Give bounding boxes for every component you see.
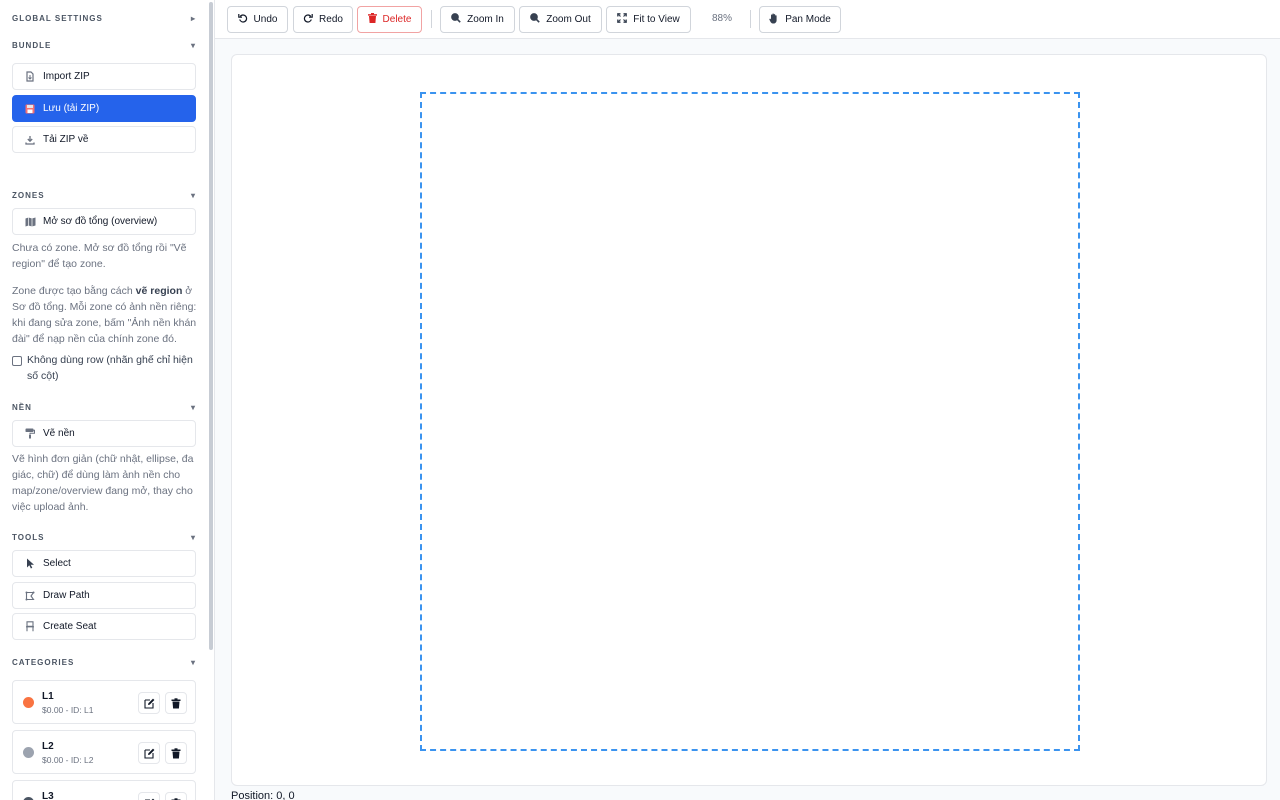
category-name: L2 xyxy=(42,741,54,752)
section-zones[interactable]: ZONES ▾ xyxy=(12,188,196,202)
button-label: Select xyxy=(43,558,71,569)
edit-icon xyxy=(143,698,154,709)
button-label: Zoom In xyxy=(467,14,504,25)
section-global-settings[interactable]: GLOBAL SETTINGS ▸ xyxy=(12,11,196,25)
button-label: Create Seat xyxy=(43,621,97,632)
edit-category-button[interactable] xyxy=(138,742,160,764)
import-zip-button[interactable]: Import ZIP xyxy=(12,63,196,90)
category-item: L3 xyxy=(12,780,196,800)
section-bundle[interactable]: BUNDLE ▾ xyxy=(12,38,196,52)
checkbox-label: Không dùng row (nhãn ghế chỉ hiện số cột… xyxy=(27,354,193,382)
paint-roller-icon xyxy=(23,428,37,439)
section-title: CATEGORIES xyxy=(12,657,75,667)
section-title: TOOLS xyxy=(12,532,45,542)
floppy-disk-icon xyxy=(23,104,37,114)
trash-icon xyxy=(367,13,377,26)
pan-mode-button[interactable]: Pan Mode xyxy=(759,6,841,33)
category-meta: $0.00 - ID: L2 xyxy=(42,755,94,765)
category-color-dot xyxy=(23,697,34,708)
toolbar: Undo Redo Delete Zoom In Zoom Out Fit to… xyxy=(215,0,1280,39)
category-name: L3 xyxy=(42,791,54,800)
section-tools[interactable]: TOOLS ▾ xyxy=(12,530,196,544)
edit-icon xyxy=(143,748,154,759)
save-zip-button[interactable]: Lưu (tải ZIP) xyxy=(12,95,196,122)
download-zip-button[interactable]: Tải ZIP về xyxy=(12,126,196,153)
no-row-checkbox[interactable] xyxy=(12,356,22,366)
toolbar-divider xyxy=(750,10,751,28)
edit-category-button[interactable] xyxy=(138,792,160,800)
zones-help-text: Zone được tạo bằng cách vẽ region ở Sơ đ… xyxy=(12,285,197,345)
section-title: NỀN xyxy=(12,402,32,412)
zoom-in-button[interactable]: Zoom In xyxy=(440,6,515,33)
zoom-in-icon xyxy=(451,13,461,26)
open-overview-button[interactable]: Mở sơ đồ tổng (overview) xyxy=(12,208,196,235)
redo-icon xyxy=(303,13,313,26)
zoom-level: 88% xyxy=(712,13,733,24)
button-label: Lưu (tải ZIP) xyxy=(43,103,100,114)
chevron-down-icon: ▾ xyxy=(190,40,196,50)
trash-icon xyxy=(171,697,181,708)
undo-icon xyxy=(237,13,248,26)
category-item: L1 $0.00 - ID: L1 xyxy=(12,680,196,724)
chevron-right-icon: ▸ xyxy=(190,13,196,23)
download-icon xyxy=(23,135,37,145)
expand-icon xyxy=(617,13,628,26)
cursor-position-readout: Position: 0, 0 xyxy=(231,790,295,800)
draw-background-button[interactable]: Vẽ nền xyxy=(12,420,196,447)
cursor-arrow-icon xyxy=(23,558,37,569)
zoom-out-icon xyxy=(530,13,541,26)
button-label: Draw Path xyxy=(43,590,90,601)
button-label: Pan Mode xyxy=(785,14,831,25)
button-label: Vẽ nền xyxy=(43,428,75,439)
map-region-boundary[interactable] xyxy=(420,92,1080,751)
section-title: GLOBAL SETTINGS xyxy=(12,13,103,23)
button-label: Mở sơ đồ tổng (overview) xyxy=(43,216,158,227)
delete-category-button[interactable] xyxy=(165,742,187,764)
chair-icon xyxy=(23,621,37,632)
section-background[interactable]: NỀN ▾ xyxy=(12,400,196,414)
delete-button[interactable]: Delete xyxy=(357,6,422,33)
section-title: ZONES xyxy=(12,190,45,200)
tool-select-button[interactable]: Select xyxy=(12,550,196,577)
no-row-checkbox-row[interactable]: Không dùng row (nhãn ghế chỉ hiện số cột… xyxy=(12,352,200,384)
category-item: L2 $0.00 - ID: L2 xyxy=(12,730,196,774)
file-import-icon xyxy=(23,71,37,82)
zoom-out-button[interactable]: Zoom Out xyxy=(519,6,602,33)
delete-category-button[interactable] xyxy=(165,692,187,714)
undo-button[interactable]: Undo xyxy=(227,6,288,33)
edit-category-button[interactable] xyxy=(138,692,160,714)
button-label: Undo xyxy=(253,14,278,25)
button-label: Tải ZIP về xyxy=(43,134,89,145)
fit-to-view-button[interactable]: Fit to View xyxy=(606,6,691,33)
tool-draw-path-button[interactable]: Draw Path xyxy=(12,582,196,609)
chevron-down-icon: ▾ xyxy=(190,402,196,412)
category-name: L1 xyxy=(42,691,54,702)
button-label: Delete xyxy=(382,14,412,25)
tool-create-seat-button[interactable]: Create Seat xyxy=(12,613,196,640)
category-meta: $0.00 - ID: L1 xyxy=(42,705,94,715)
chevron-down-icon: ▾ xyxy=(190,532,196,542)
redo-button[interactable]: Redo xyxy=(293,6,353,33)
delete-category-button[interactable] xyxy=(165,792,187,800)
draw-polygon-icon xyxy=(23,591,37,601)
button-label: Import ZIP xyxy=(43,71,90,82)
hand-icon xyxy=(769,13,779,27)
section-categories[interactable]: CATEGORIES ▾ xyxy=(12,655,196,669)
trash-icon xyxy=(171,747,181,758)
zones-empty-note: Chưa có zone. Mở sơ đồ tổng rồi "Vẽ regi… xyxy=(12,242,187,270)
chevron-down-icon: ▾ xyxy=(190,190,196,200)
toolbar-divider xyxy=(431,10,432,28)
section-title: BUNDLE xyxy=(12,40,52,50)
button-label: Fit to View xyxy=(633,14,680,25)
sidebar: GLOBAL SETTINGS ▸ BUNDLE ▾ Import ZIP Lư… xyxy=(0,0,215,800)
background-note: Vẽ hình đơn giản (chữ nhật, ellipse, đa … xyxy=(12,453,194,513)
map-icon xyxy=(23,217,37,227)
chevron-down-icon: ▾ xyxy=(190,657,196,667)
button-label: Zoom Out xyxy=(546,14,591,25)
category-color-dot xyxy=(23,747,34,758)
button-label: Redo xyxy=(319,14,343,25)
sidebar-scrollbar[interactable] xyxy=(209,2,213,650)
